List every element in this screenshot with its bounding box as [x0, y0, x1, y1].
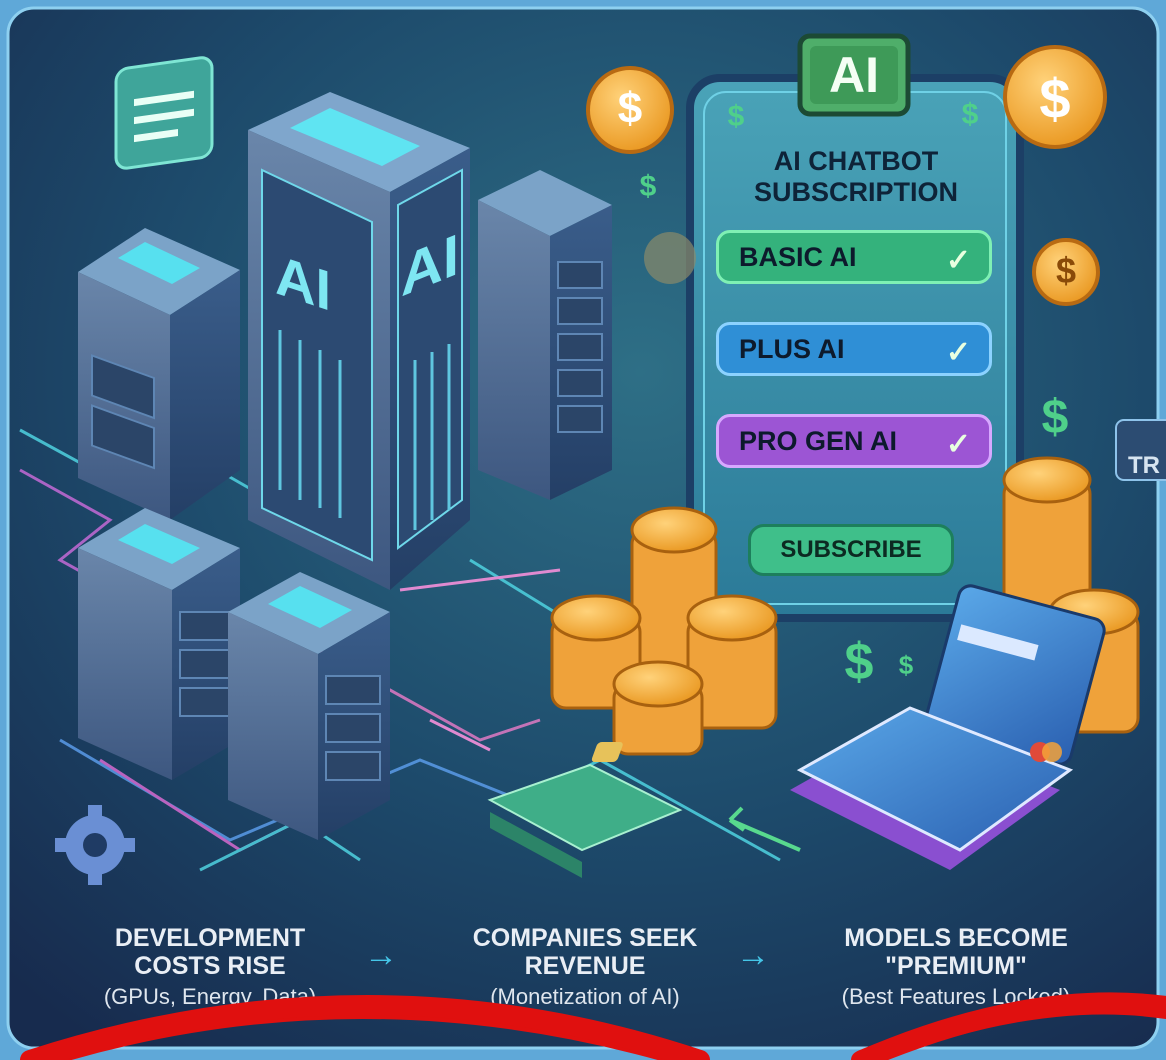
- check-icon: ✓: [945, 336, 971, 369]
- step-3-title-line1: MODELS BECOME: [844, 924, 1068, 952]
- step-2-title: COMPANIES SEEK REVENUE: [440, 924, 730, 980]
- subscribe-button[interactable]: SUBSCRIBE: [748, 524, 954, 576]
- plan-pro-gen-ai-label: PRO GEN AI: [739, 425, 898, 456]
- dollar-sign-icon: $: [898, 650, 914, 680]
- step-2-title-line2: REVENUE: [524, 952, 646, 980]
- step-1-subtitle: (GPUs, Energy, Data): [103, 984, 317, 1009]
- dollar-sign-icon: $: [727, 100, 745, 133]
- plan-plus-ai-label: PLUS AI: [739, 333, 845, 364]
- dollar-sign-icon: $: [844, 633, 874, 691]
- arrow-right-icon: →: [364, 936, 398, 974]
- dollar-sign-icon: $: [1039, 67, 1071, 130]
- step-3-title: MODELS BECOME "PREMIUM": [806, 924, 1106, 980]
- check-icon: ✓: [945, 244, 971, 277]
- step-1-title: DEVELOPMENT COSTS RISE: [70, 924, 350, 980]
- panel-title: AI CHATBOT SUBSCRIPTION: [716, 146, 996, 208]
- arrow-right-icon: →: [736, 936, 770, 974]
- step-3-title-line2: "PREMIUM": [885, 952, 1027, 980]
- infographic: AI AI AI AI CHATBOT SUBSCRIPTION BASIC A…: [0, 0, 1166, 1060]
- ai-badge: AI: [829, 47, 879, 103]
- plan-basic-ai-label: BASIC AI: [739, 241, 857, 272]
- side-tab-label: TR: [1128, 452, 1160, 479]
- check-icon: ✓: [945, 428, 971, 461]
- dollar-sign-icon: $: [961, 98, 979, 131]
- step-2-subtitle: (Monetization of AI): [490, 984, 680, 1009]
- step-1-title-line1: DEVELOPMENT: [114, 924, 306, 952]
- step-3-subtitle: (Best Features Locked): [841, 984, 1071, 1009]
- plan-pro-gen-ai[interactable]: PRO GEN AI ✓: [716, 414, 992, 468]
- dollar-sign-icon: $: [639, 170, 657, 203]
- dollar-sign-icon: $: [617, 84, 643, 133]
- step-1-title-line2: COSTS RISE: [134, 952, 286, 980]
- panel-title-line1: AI CHATBOT: [773, 146, 939, 176]
- panel-title-line2: SUBSCRIPTION: [753, 177, 959, 207]
- step-2-title-line1: COMPANIES SEEK: [472, 924, 698, 952]
- dollar-sign-icon: $: [1041, 391, 1069, 444]
- plan-basic-ai[interactable]: BASIC AI ✓: [716, 230, 992, 284]
- dollar-sign-icon: $: [1055, 250, 1077, 291]
- plan-plus-ai[interactable]: PLUS AI ✓: [716, 322, 992, 376]
